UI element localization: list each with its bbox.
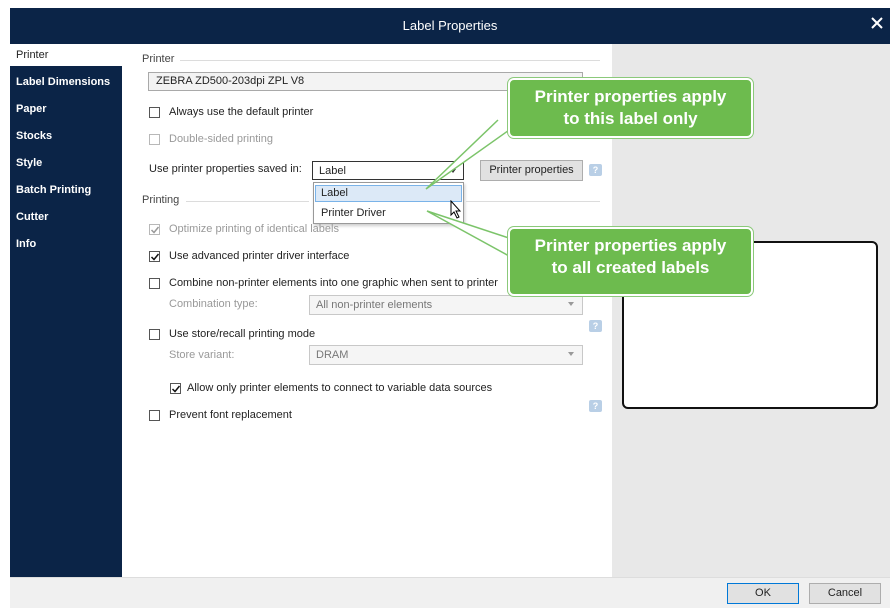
callout-pointers: [425, 119, 531, 263]
callout-text: Printer properties apply: [534, 87, 727, 106]
callout-text: Printer properties apply: [534, 236, 727, 255]
callout-text: to this label only: [563, 109, 698, 128]
dialog-footer: OK Cancel: [10, 577, 890, 608]
callout-text: to all created labels: [551, 258, 710, 277]
callout-all-labels: Printer properties apply to all created …: [508, 227, 753, 296]
cancel-button[interactable]: Cancel: [809, 583, 881, 604]
callout-label-only: Printer properties apply to this label o…: [508, 78, 753, 138]
ok-button[interactable]: OK: [727, 583, 799, 604]
